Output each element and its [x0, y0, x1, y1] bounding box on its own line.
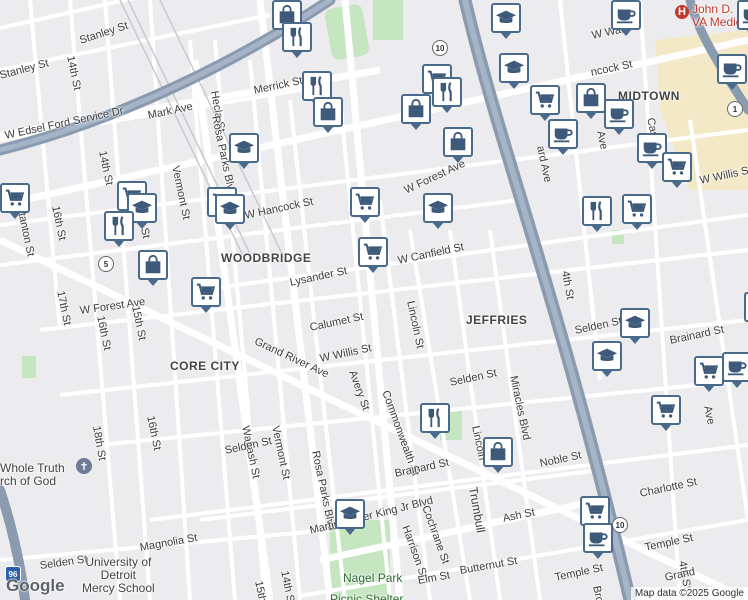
poi-pin-cart[interactable] [651, 395, 681, 431]
restaurant-icon [424, 407, 446, 429]
park-label: Picnic Shelter [330, 592, 404, 600]
shopping-bag-icon [487, 441, 509, 463]
restaurant-icon [586, 200, 608, 222]
school-icon [427, 197, 449, 219]
shopping-cart-icon [584, 500, 606, 522]
poi-pin-cap[interactable] [620, 308, 650, 344]
shopping-cart-icon [534, 89, 556, 111]
poi-pin-cart[interactable] [694, 356, 724, 392]
poi-pin-fork[interactable] [432, 77, 462, 113]
poi-pin-cap[interactable] [592, 341, 622, 377]
poi-pin-cap[interactable] [491, 3, 521, 39]
cafe-icon [608, 103, 630, 125]
poi-pin-bag[interactable] [313, 97, 343, 133]
poi-pin-cart[interactable] [662, 152, 692, 188]
park-label: Nagel Park [343, 571, 403, 585]
restaurant-icon [286, 26, 308, 48]
shopping-cart-icon [4, 187, 26, 209]
shopping-cart-icon [362, 241, 384, 263]
school-icon [495, 7, 517, 29]
poi-pin-cap[interactable] [215, 194, 245, 230]
cafe-icon [726, 356, 748, 378]
poi-pin-bag[interactable] [138, 250, 168, 286]
poi-pin-fork[interactable] [282, 22, 312, 58]
school-icon [596, 345, 618, 367]
poi-pin-cart[interactable] [191, 277, 221, 313]
shopping-cart-icon [666, 156, 688, 178]
cafe-icon [721, 58, 743, 80]
poi-pin-cup[interactable] [548, 119, 578, 155]
jeffries-label: JEFFRIES [466, 313, 528, 327]
shopping-cart-icon [698, 360, 720, 382]
school-icon [624, 312, 646, 334]
restaurant-icon [306, 75, 328, 97]
map-canvas[interactable]: WOODBRIDGE CORE CITY JEFFRIES MIDTOWN St… [0, 0, 748, 600]
poi-pin-cart[interactable] [744, 292, 748, 322]
poi-pin-cart[interactable] [580, 496, 610, 532]
poi-pin-cart[interactable] [350, 187, 380, 223]
cafe-icon [741, 4, 748, 26]
university-label: University of Detroit Mercy School [82, 555, 155, 595]
poi-pin-fork[interactable] [420, 403, 450, 439]
hospital-icon: H [675, 5, 689, 19]
woodbridge-label: WOODBRIDGE [221, 251, 312, 265]
poi-pin-bag[interactable] [483, 437, 513, 473]
shopping-bag-icon [580, 87, 602, 109]
poi-pin-fork[interactable] [104, 211, 134, 247]
poi-pin-cup[interactable] [604, 99, 634, 135]
poi-pin-cart[interactable] [530, 85, 560, 121]
poi-pin-bag[interactable] [401, 94, 431, 130]
poi-pin-bag[interactable] [443, 127, 473, 163]
cafe-icon [587, 527, 609, 549]
shopping-cart-icon [195, 281, 217, 303]
school-icon [233, 137, 255, 159]
route-shield-10: 10 [432, 40, 448, 56]
poi-pin-cup[interactable] [717, 54, 747, 90]
poi-pin-cup[interactable] [583, 523, 613, 559]
shopping-cart-icon [655, 399, 677, 421]
poi-pin-cup[interactable] [737, 0, 748, 36]
poi-pin-cap[interactable] [423, 193, 453, 229]
church-icon: ✝ [76, 458, 92, 474]
shopping-bag-icon [447, 131, 469, 153]
poi-pin-cart[interactable] [622, 194, 652, 230]
poi-pin-cup[interactable] [611, 0, 641, 36]
cafe-icon [615, 4, 637, 26]
church-label: Whole Truth rch of God [0, 461, 65, 488]
shopping-bag-icon [405, 98, 427, 120]
school-icon [131, 197, 153, 219]
map-attribution[interactable]: Map data ©2025 Google [630, 587, 748, 600]
route-shield-5: 5 [98, 256, 114, 272]
route-shield-10: 10 [612, 517, 628, 533]
shopping-bag-icon [142, 254, 164, 276]
poi-pin-cup[interactable] [722, 352, 748, 388]
poi-pin-cap[interactable] [229, 133, 259, 169]
cafe-icon [641, 137, 663, 159]
poi-pin-cap[interactable] [335, 499, 365, 535]
poi-pin-fork[interactable] [582, 196, 612, 232]
cafe-icon [552, 123, 574, 145]
poi-pin-cart[interactable] [0, 183, 30, 219]
poi-pin-cart[interactable] [358, 237, 388, 273]
school-icon [219, 198, 241, 220]
poi-pin-bag[interactable] [576, 83, 606, 119]
school-icon [503, 57, 525, 79]
restaurant-icon [436, 81, 458, 103]
shopping-cart-icon [626, 198, 648, 220]
shopping-bag-icon [317, 101, 339, 123]
core-city-label: CORE CITY [170, 359, 240, 373]
google-logo: Google [6, 576, 65, 595]
school-icon [339, 503, 361, 525]
restaurant-icon [108, 215, 130, 237]
route-shield-1: 1 [727, 101, 743, 117]
poi-pin-cap[interactable] [499, 53, 529, 89]
shopping-cart-icon [354, 191, 376, 213]
